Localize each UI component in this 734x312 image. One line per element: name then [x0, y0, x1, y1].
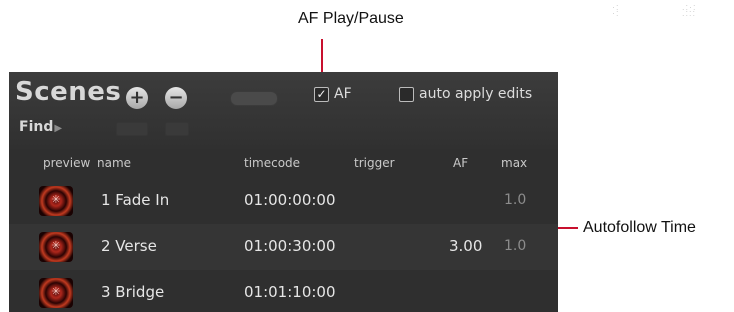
scenes-panel: Scenes + − ✓ AF auto apply edits Find▶ p…: [9, 72, 558, 312]
af-toggle[interactable]: ✓ AF: [314, 86, 352, 102]
remove-scene-button[interactable]: −: [165, 87, 187, 109]
scene-name: 3 Bridge: [101, 283, 165, 301]
af-play-pause-callout: AF Play/Pause: [298, 10, 404, 27]
scene-timecode: 01:00:00:00: [244, 191, 336, 209]
decorative-dots-icon: .:·:.:::: [682, 2, 697, 18]
add-scene-button[interactable]: +: [126, 87, 148, 109]
scene-max: 1.0: [504, 192, 527, 208]
auto-apply-toggle[interactable]: auto apply edits: [399, 86, 532, 102]
af-checkbox-label: AF: [334, 86, 352, 102]
minus-circle-icon: −: [168, 87, 184, 108]
scene-preview-thumbnail: ✳: [39, 232, 73, 262]
table-row[interactable]: ✳ 2 Verse 01:00:30:00 3.00 1.0: [9, 224, 558, 270]
table-row[interactable]: ✳ 1 Fade In 01:00:00:00 1.0: [9, 178, 558, 224]
column-header-name[interactable]: name: [97, 156, 131, 170]
table-row[interactable]: ✳ 3 Bridge 01:01:10:00: [9, 270, 558, 312]
scene-name: 1 Fade In: [101, 191, 170, 209]
capture-pill-button[interactable]: [230, 91, 278, 106]
column-header-trigger[interactable]: trigger: [354, 156, 395, 170]
column-header-preview[interactable]: preview: [43, 156, 90, 170]
scenes-toolbar: Scenes + − ✓ AF auto apply edits Find▶: [9, 72, 558, 149]
find-label: Find: [19, 119, 54, 135]
find-disclosure[interactable]: Find▶: [19, 119, 62, 135]
autofollow-time-callout: Autofollow Time: [583, 219, 696, 236]
column-header-af[interactable]: AF: [453, 156, 468, 170]
auto-apply-checkbox-label: auto apply edits: [419, 86, 533, 102]
column-header-timecode[interactable]: timecode: [244, 156, 300, 170]
scene-timecode: 01:01:10:00: [244, 283, 336, 301]
scene-af-time: 3.00: [449, 237, 483, 255]
auto-apply-checkbox[interactable]: [399, 86, 414, 102]
disclosure-triangle-icon: ▶: [54, 123, 63, 134]
scene-preview-thumbnail: ✳: [39, 278, 73, 308]
column-header-max[interactable]: max: [501, 156, 527, 170]
scene-max: 1.0: [504, 238, 527, 254]
af-checkbox[interactable]: ✓: [314, 86, 329, 102]
decorative-dots-icon: ·: ·:: [612, 2, 620, 18]
plus-circle-icon: +: [129, 87, 145, 108]
panel-title: Scenes: [15, 77, 122, 107]
find-options-placeholder[interactable]: [165, 122, 189, 136]
scene-timecode: 01:00:30:00: [244, 237, 336, 255]
scene-preview-thumbnail: ✳: [39, 186, 73, 216]
find-field-placeholder[interactable]: [116, 122, 148, 136]
scene-name: 2 Verse: [101, 237, 157, 255]
